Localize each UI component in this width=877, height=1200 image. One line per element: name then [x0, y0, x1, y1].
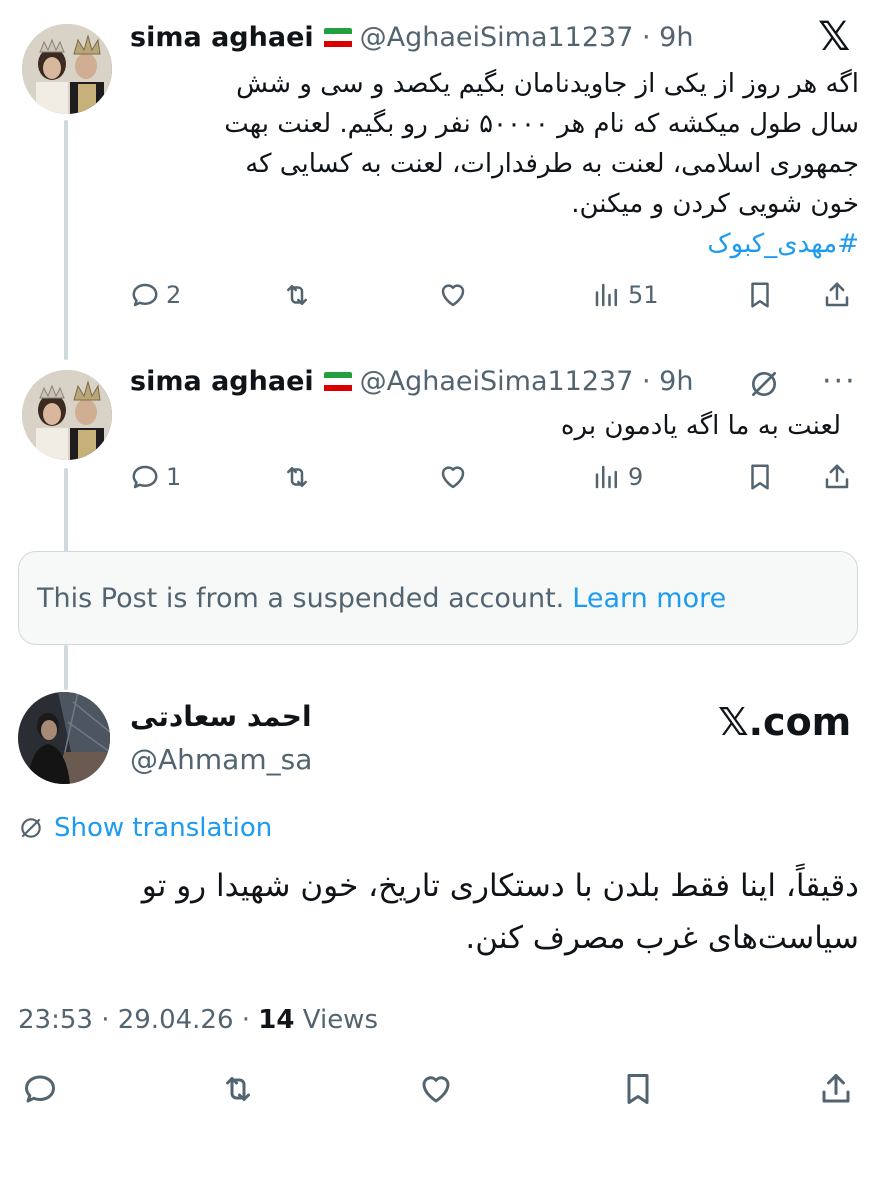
handle[interactable]: @AghaeiSima11237 · 9h — [360, 22, 694, 53]
hashtag-link[interactable]: #مهدی_کبوک — [159, 224, 859, 264]
retweet-button[interactable] — [220, 1071, 256, 1107]
tweet-text-line: سال طول میکشه که نام هر ۵۰۰۰۰ نفر رو بگی… — [224, 109, 859, 139]
heart-icon — [441, 466, 465, 489]
avatar[interactable] — [22, 24, 112, 114]
bookmark-button[interactable] — [745, 280, 775, 310]
views-label: Views — [294, 1005, 378, 1035]
grok-button[interactable] — [748, 368, 780, 400]
reply-icon — [25, 1075, 55, 1103]
reply-icon — [132, 465, 158, 489]
display-name[interactable]: sima aghaei — [130, 366, 314, 397]
handle[interactable]: @AghaeiSima11237 · 9h — [360, 366, 694, 397]
slash-circle-icon — [752, 372, 776, 396]
suspended-text: This Post is from a suspended account. — [37, 582, 565, 614]
tweet-text-line: اگه هر روز از یکی از جاویدنامان بگیم یکص… — [236, 69, 859, 99]
timestamp[interactable]: 23:53 · 29.04.26 · — [18, 1005, 258, 1035]
like-button[interactable] — [438, 280, 468, 310]
reply-count: 1 — [166, 463, 182, 491]
bookmark-icon — [751, 282, 769, 308]
bookmark-icon — [627, 1074, 649, 1104]
retweet-button[interactable] — [282, 462, 312, 492]
reply-button[interactable] — [22, 1071, 58, 1107]
thread-line — [64, 120, 68, 360]
views-button[interactable]: 9 — [592, 462, 643, 492]
retweet-icon — [287, 285, 307, 305]
x-com-watermark: 𝕏.com — [718, 700, 852, 744]
post-text: دقیقاً، اینا فقط بلدن با دستکاری تاریخ، … — [19, 860, 859, 964]
like-button[interactable] — [418, 1071, 454, 1107]
suspended-post-notice: This Post is from a suspended account. L… — [18, 551, 858, 645]
reply-count: 2 — [166, 281, 182, 309]
like-button[interactable] — [438, 462, 468, 492]
views-button[interactable]: 51 — [592, 280, 659, 310]
avatar[interactable] — [22, 370, 112, 460]
avatar[interactable] — [18, 692, 110, 784]
retweet-icon — [226, 1077, 250, 1101]
share-button[interactable] — [822, 462, 852, 492]
heart-icon — [441, 284, 465, 307]
share-button[interactable] — [822, 280, 852, 310]
views-icon — [595, 465, 617, 489]
views-count: 14 — [258, 1005, 295, 1035]
views-count: 51 — [628, 281, 659, 309]
tweet-text: اگه هر روز از یکی از جاویدنامان بگیم یکص… — [159, 64, 859, 264]
iran-flag-icon — [323, 27, 352, 48]
share-icon — [825, 282, 849, 307]
retweet-button[interactable] — [282, 280, 312, 310]
tweet-header: sima aghaei @AghaeiSima11237 · 9h — [130, 366, 693, 397]
show-translation-button[interactable]: Show translation — [18, 813, 272, 843]
more-options-icon[interactable]: ··· — [822, 364, 857, 399]
post-actions — [0, 1071, 877, 1115]
tweet-actions: 2 51 — [0, 280, 877, 320]
display-name[interactable]: احمد سعادتی — [130, 700, 312, 733]
bookmark-button[interactable] — [620, 1071, 656, 1107]
share-button[interactable] — [818, 1071, 854, 1107]
tweet-text-line: جمهوری اسلامی، لعنت به طرفدارات، لعنت به… — [245, 149, 859, 179]
iran-flag-icon — [323, 371, 352, 392]
post-text-line: دقیقاً، اینا فقط بلدن با دستکاری تاریخ، … — [141, 868, 859, 904]
show-translation-label: Show translation — [54, 813, 273, 843]
bookmark-icon — [751, 464, 769, 490]
heart-icon — [422, 1076, 450, 1103]
post-meta: 23:53 · 29.04.26 · 14 Views — [18, 1005, 378, 1035]
retweet-icon — [287, 467, 307, 487]
reply-button[interactable]: 2 — [130, 280, 181, 310]
tweet-text-line: خون شویی کردن و میکنن. — [571, 189, 859, 219]
x-logo-icon[interactable]: 𝕏 — [818, 14, 850, 60]
share-icon — [822, 1074, 850, 1103]
views-icon — [595, 283, 617, 307]
slash-circle-icon — [21, 818, 41, 838]
display-name[interactable]: sima aghaei — [130, 22, 314, 53]
thread-line — [64, 645, 68, 690]
post-text-line: سیاست‌های غرب مصرف کنن. — [465, 920, 859, 956]
tweet-header: sima aghaei @AghaeiSima11237 · 9h — [130, 22, 693, 53]
handle[interactable]: @Ahmam_sa — [130, 743, 312, 776]
tweet-actions: 1 9 — [0, 462, 877, 502]
reply-icon — [132, 283, 158, 307]
bookmark-button[interactable] — [745, 462, 775, 492]
views-count: 9 — [628, 463, 644, 491]
reply-button[interactable]: 1 — [130, 462, 181, 492]
learn-more-link[interactable]: Learn more — [572, 583, 726, 614]
tweet-text: لعنت به ما اگه یادمون بره — [560, 411, 841, 441]
share-icon — [825, 464, 849, 489]
